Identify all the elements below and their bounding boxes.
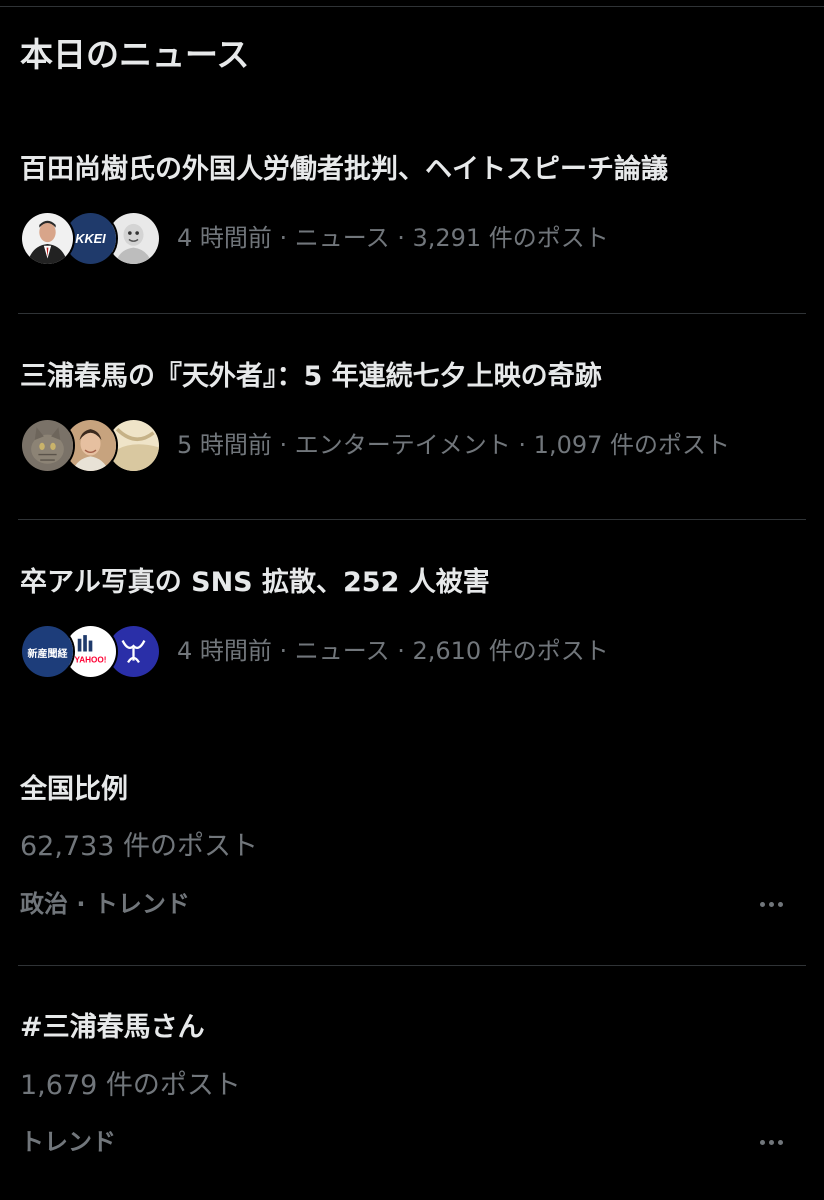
ellipsis-icon xyxy=(768,901,774,907)
trend-category: トレンド xyxy=(20,1128,116,1156)
trend-post-count: 62,733 件のポスト xyxy=(20,831,259,862)
ellipsis-icon xyxy=(777,1139,783,1145)
news-meta-row: 新産聞経 YAHOO! 4 時間前 · ニュース · 2,610 件のポスト xyxy=(20,622,810,682)
svg-text:KKEI: KKEI xyxy=(75,231,106,246)
news-headline[interactable]: 卒アル写真の SNS 拡散、252 人被害 xyxy=(20,563,490,603)
trend-item[interactable]: #三浦春馬さん 1,679 件のポスト トレンド xyxy=(0,998,824,1188)
ellipsis-icon xyxy=(759,901,765,907)
trend-category: 政治 · トレンド xyxy=(20,890,190,918)
ellipsis-icon xyxy=(777,901,783,907)
svg-text:新産聞経: 新産聞経 xyxy=(28,647,69,660)
avatar-stack: 新産聞経 YAHOO! xyxy=(20,622,161,682)
trend-item[interactable]: 全国比例 62,733 件のポスト 政治 · トレンド xyxy=(0,760,824,950)
news-meta: 4 時間前 · ニュース · 2,610 件のポスト xyxy=(177,637,609,665)
divider xyxy=(18,965,806,966)
cat-avatar xyxy=(20,418,75,473)
news-headline[interactable]: 百田尚樹氏の外国人労働者批判、ヘイトスピーチ論議 xyxy=(20,150,668,190)
avatar-stack xyxy=(20,416,161,476)
ellipsis-icon xyxy=(768,1139,774,1145)
trend-title[interactable]: #三浦春馬さん xyxy=(20,1008,205,1048)
svg-text:YAHOO!: YAHOO! xyxy=(75,655,107,664)
trend-title[interactable]: 全国比例 xyxy=(20,770,128,810)
more-options-button[interactable] xyxy=(748,889,794,919)
ellipsis-icon xyxy=(759,1139,765,1145)
avatar-stack: KKEI xyxy=(20,209,161,269)
more-options-button[interactable] xyxy=(748,1127,794,1157)
news-item[interactable]: 百田尚樹氏の外国人労働者批判、ヘイトスピーチ論議 KKEI 4 時間前 · ニュ… xyxy=(0,0,824,266)
news-headline[interactable]: 三浦春馬の『天外者』：5 年連続七夕上映の奇跡 xyxy=(20,357,602,397)
sankei-logo-avatar: 新産聞経 xyxy=(20,624,75,679)
person-avatar xyxy=(20,211,75,266)
trend-post-count: 1,679 件のポスト xyxy=(20,1070,241,1101)
